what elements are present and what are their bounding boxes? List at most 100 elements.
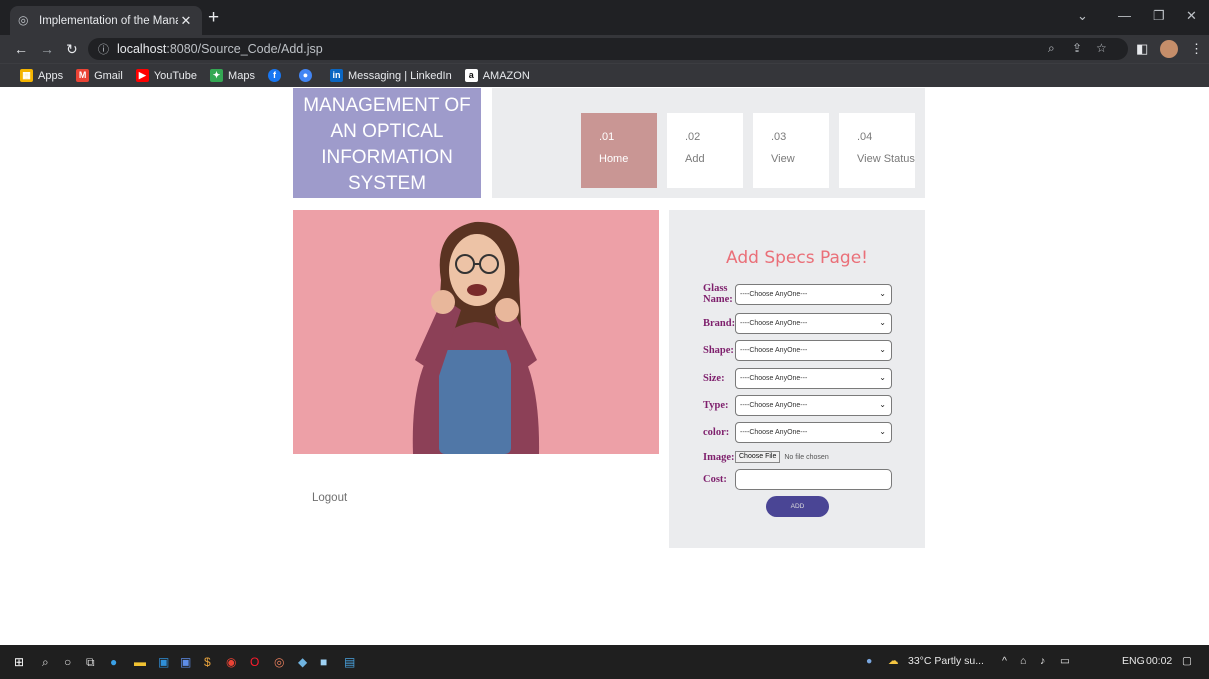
language-indicator[interactable]: ENG [1122,655,1145,667]
task-view-icon[interactable]: ⧉ [86,655,95,669]
size-row: Size: ----Choose AnyOne--- ⌄ [703,368,892,389]
share-icon[interactable]: ⇪ [1072,41,1082,55]
form-title: Add Specs Page! [726,248,868,268]
color-label: color: [703,427,730,438]
new-tab-button[interactable]: + [208,7,219,29]
hero-image [293,210,659,454]
cortana-icon[interactable]: ○ [64,655,71,669]
app-icon[interactable]: ◆ [298,655,307,669]
network-icon[interactable]: ⌂ [1020,655,1026,667]
volume-icon[interactable]: ♪ [1040,655,1045,667]
address-toolbar: ← → ↻ ⓘ localhost :8080/Source_Code/Add.… [0,35,1209,63]
site-info-icon[interactable]: ⓘ [98,41,109,57]
nav-menu: .01 Home .02 Add .03 View .04 View Statu… [492,88,925,198]
store-icon[interactable]: ▣ [158,655,169,669]
menu-kebab-icon[interactable]: ⋮ [1190,41,1203,57]
bookmarks-bar: ▦ Apps M Gmail ▶ YouTube ✦ Maps f ● in Messag… [0,63,1209,87]
size-select[interactable]: ----Choose AnyOne--- ⌄ [735,368,892,389]
bookmark-youtube[interactable]: ▶ YouTube [135,69,197,82]
image-label: Image: [703,451,735,463]
zoom-icon[interactable]: ⌕ [1048,41,1055,56]
page-content: MANAGEMENT OF AN OPTICAL INFORMATION SYS… [0,88,1209,645]
tab-search-chevron-icon[interactable]: ⌄ [1077,8,1088,24]
brand-label: Brand: [703,318,736,329]
minimize-icon[interactable]: — [1118,8,1131,23]
size-label: Size: [703,373,725,384]
cost-row: Cost: [703,469,892,490]
app-icon[interactable]: ■ [320,655,327,669]
logout-link[interactable]: Logout [312,492,347,504]
cost-input[interactable] [735,469,892,490]
profile-avatar[interactable] [1160,40,1178,58]
battery-icon[interactable]: ▭ [1060,655,1070,667]
tab-close-icon[interactable]: ✕ [178,13,194,29]
opera-icon[interactable]: O [250,655,259,669]
notification-icon[interactable]: ▢ [1182,655,1192,667]
forward-arrow-icon[interactable]: → [40,40,54,58]
bookmark-linkedin[interactable]: in Messaging | LinkedIn [329,69,452,82]
add-button[interactable]: ADD [766,496,829,517]
app-icon[interactable]: $ [204,655,211,669]
bookmark-chrome[interactable]: ● [298,69,317,82]
nav-view-status-label: View Status [857,153,915,165]
chevron-down-icon: ⌄ [879,400,886,409]
windows-start-icon[interactable]: ⊞ [14,655,24,669]
shape-select[interactable]: ----Choose AnyOne--- ⌄ [735,340,892,361]
size-value: ----Choose AnyOne--- [740,375,808,382]
nav-add[interactable]: .02 Add [667,113,743,188]
weather-text[interactable]: 33°C Partly su... [908,655,984,667]
window-close-icon[interactable]: ✕ [1186,8,1197,24]
nav-view[interactable]: .03 View [753,113,829,188]
tab-title: Implementation of the Managem [39,14,178,27]
color-row: color: ----Choose AnyOne--- ⌄ [703,422,892,443]
bookmark-star-icon[interactable]: ☆ [1096,41,1107,55]
chevron-down-icon: ⌄ [879,373,886,382]
address-bar[interactable]: ⓘ localhost :8080/Source_Code/Add.jsp ⌕ … [88,38,1128,60]
cost-label: Cost: [703,474,727,485]
back-arrow-icon[interactable]: ← [14,40,28,58]
color-select[interactable]: ----Choose AnyOne--- ⌄ [735,422,892,443]
nav-view-status-number: .04 [857,131,873,143]
app-icon[interactable]: ▣ [180,655,191,669]
bookmark-maps[interactable]: ✦ Maps [210,69,255,82]
bookmark-facebook[interactable]: f [267,69,286,82]
glass-name-select[interactable]: ----Choose AnyOne--- ⌄ [735,283,892,305]
nav-home-number: .01 [599,131,615,143]
browser-tab[interactable]: ◎ Implementation of the Managem ✕ [10,6,202,35]
restore-icon[interactable]: ❐ [1153,8,1165,24]
chrome-taskbar-icon[interactable]: ◉ [226,655,236,669]
file-status: No file chosen [784,453,829,461]
nav-home[interactable]: .01 Home [581,113,657,188]
bookmark-apps[interactable]: ▦ Apps [20,69,63,82]
nav-home-label: Home [599,153,629,165]
brand-select[interactable]: ----Choose AnyOne--- ⌄ [735,313,892,334]
file-explorer-icon[interactable]: ▬ [134,655,146,669]
search-icon[interactable]: ⌕ [42,655,49,669]
facebook-icon: f [267,69,281,82]
url-path: :8080/Source_Code/Add.jsp [166,42,323,56]
edge-icon[interactable]: ● [110,655,117,669]
nav-view-status[interactable]: .04 View Status [839,113,915,188]
chevron-down-icon: ⌄ [879,288,886,298]
weather-icon: ☁ [888,655,899,667]
tray-chevron-icon[interactable]: ^ [1002,655,1007,667]
reload-icon[interactable]: ↻ [66,40,78,58]
chevron-down-icon: ⌄ [879,427,886,436]
bookmark-amazon[interactable]: a AMAZON [464,69,530,82]
chrome-icon: ● [298,69,312,82]
nav-view-number: .03 [771,131,787,143]
choose-file-button[interactable]: Choose File [735,451,781,463]
chevron-down-icon: ⌄ [879,318,886,327]
gmail-icon: M [76,69,90,82]
clock[interactable]: 00:02 [1146,655,1172,667]
youtube-icon: ▶ [135,69,149,82]
tray-app-icon[interactable]: ● [866,655,872,667]
type-select[interactable]: ----Choose AnyOne--- ⌄ [735,395,892,416]
side-panel-icon[interactable]: ◧ [1136,41,1148,57]
type-value: ----Choose AnyOne--- [740,402,808,409]
app-icon[interactable]: ◎ [274,655,284,669]
bookmark-gmail[interactable]: M Gmail [76,69,123,82]
nav-add-number: .02 [685,131,701,143]
brand-row: Brand: ----Choose AnyOne--- ⌄ [703,313,892,334]
app-icon[interactable]: ▤ [344,655,355,669]
